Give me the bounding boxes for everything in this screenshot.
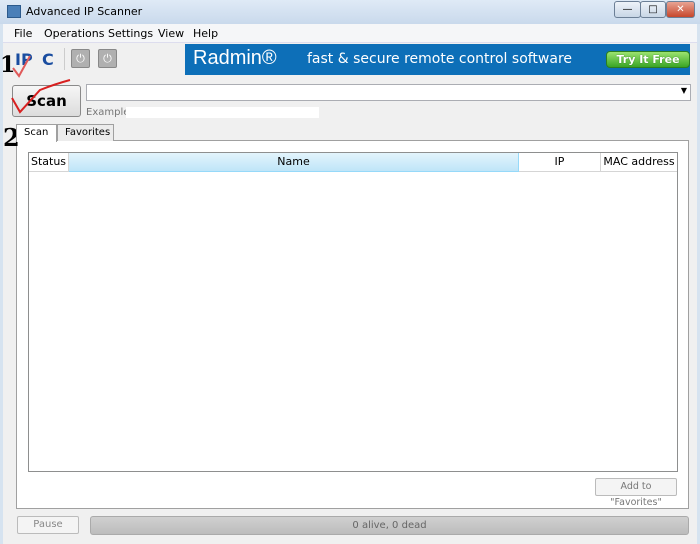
radmin-banner[interactable]: Radmin® fast & secure remote control sof… [185, 44, 690, 75]
scan-c-tool-button[interactable]: C [42, 50, 54, 69]
column-name[interactable]: Name [69, 153, 519, 172]
try-it-free-button[interactable]: Try It Free [606, 51, 690, 68]
title-bar: Advanced IP Scanner — □ ✕ [0, 0, 700, 24]
scan-progress-bar: 0 alive, 0 dead [90, 516, 689, 535]
chevron-down-icon[interactable]: ▼ [681, 86, 687, 95]
menu-bar: File Operations Settings View Help [3, 24, 697, 43]
menu-operations[interactable]: Operations [44, 27, 104, 40]
scan-button[interactable]: Scan [12, 85, 81, 117]
close-button[interactable]: ✕ [666, 1, 695, 18]
power-icon[interactable]: ⏻ [71, 49, 90, 68]
column-ip[interactable]: IP [519, 153, 601, 172]
example-value [126, 107, 319, 118]
menu-view[interactable]: View [158, 27, 184, 40]
results-table[interactable]: Status Name IP MAC address [28, 152, 678, 472]
scan-ip-tool-button[interactable]: IP [15, 50, 33, 69]
banner-slogan: fast & secure remote control software [307, 51, 573, 67]
column-mac[interactable]: MAC address [601, 153, 677, 172]
power-icon[interactable]: ⏻ [98, 49, 117, 68]
column-status[interactable]: Status [29, 153, 69, 172]
window-title: Advanced IP Scanner [26, 5, 143, 18]
ip-range-input[interactable]: ▼ [86, 84, 691, 101]
add-to-favorites-button[interactable]: Add to "Favorites" [595, 478, 677, 508]
menu-settings[interactable]: Settings [108, 27, 153, 40]
maximize-button[interactable]: □ [640, 1, 666, 18]
app-icon [7, 5, 21, 18]
tab-scan[interactable]: Scan [16, 124, 57, 142]
menu-file[interactable]: File [14, 27, 32, 40]
minimize-button[interactable]: — [614, 1, 641, 18]
pause-button[interactable]: Pause [17, 516, 79, 534]
tab-favorites[interactable]: Favorites [57, 124, 114, 141]
radmin-logo: Radmin® [193, 47, 277, 69]
toolbar-divider [64, 48, 65, 70]
menu-help[interactable]: Help [193, 27, 218, 40]
